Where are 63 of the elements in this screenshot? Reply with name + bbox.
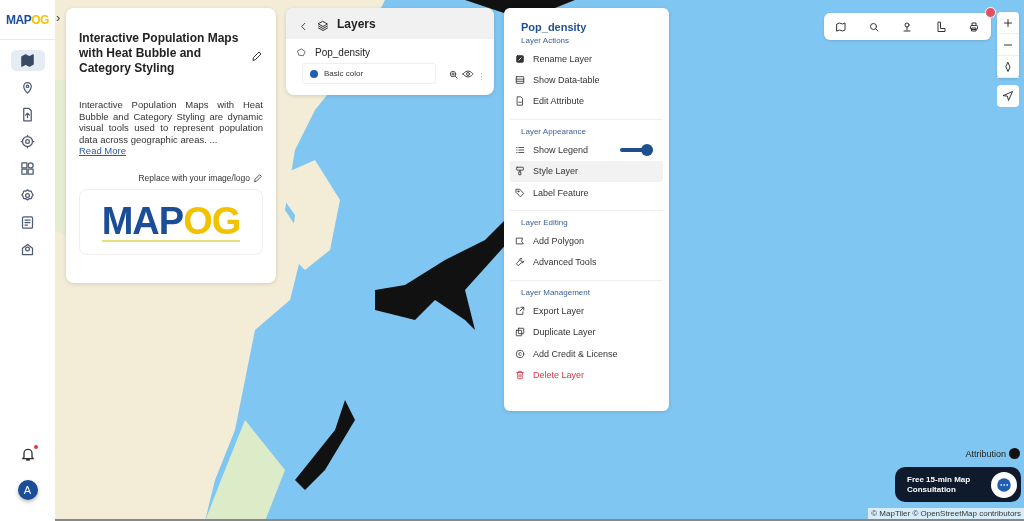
search-icon[interactable]	[868, 20, 881, 33]
copyright-icon	[515, 348, 525, 359]
toggle-switch[interactable]	[620, 143, 653, 156]
menu-item[interactable]: Advanced Tools	[510, 251, 663, 274]
polygon-icon	[515, 236, 525, 247]
map-share-icon	[20, 242, 35, 257]
menu-item[interactable]: Add Credit & License	[510, 342, 663, 365]
zoom-in-icon[interactable]	[1002, 16, 1014, 29]
report-icon	[20, 215, 35, 230]
menu-title: Pop_density	[521, 21, 588, 33]
list-icon	[515, 144, 525, 155]
style-label: Basic color	[324, 69, 364, 78]
user-avatar[interactable]: A	[17, 480, 38, 500]
navigation-arrow-icon[interactable]	[1002, 90, 1014, 102]
read-more-link[interactable]: Read More	[79, 145, 126, 156]
widgets-icon	[20, 161, 35, 176]
map-layers-icon[interactable]	[834, 20, 847, 33]
replace-logo-label: Replace with your image/logo	[138, 173, 250, 183]
document-icon	[515, 96, 525, 107]
notification-bell-icon[interactable]	[19, 446, 36, 462]
nav-item[interactable]	[10, 50, 45, 71]
section-heading: Layer Editing	[521, 218, 569, 228]
tag-icon	[515, 187, 525, 198]
wrench-icon	[515, 257, 525, 268]
section-heading: Layer Actions	[521, 36, 571, 45]
location-pin-icon	[20, 80, 35, 95]
table-icon	[515, 75, 525, 86]
print-icon[interactable]	[968, 20, 981, 33]
mapog-logo: MAPOG	[101, 202, 241, 242]
menu-item[interactable]: Delete Layer	[510, 364, 663, 386]
external-link-icon	[515, 305, 525, 316]
card-description: Interactive Population Maps with Heat Bubble and Category Styling are dynamic visual tools used to represent population data across geographic areas. ...	[79, 99, 263, 145]
section-heading: Layer Management	[521, 288, 591, 298]
expand-sidebar-button[interactable]: ›	[56, 10, 61, 25]
ruler-icon[interactable]	[934, 20, 947, 33]
chat-bubble-icon[interactable]	[995, 475, 1013, 494]
menu-item[interactable]: Label Feature	[510, 181, 663, 204]
mapog-logo: MAPOG	[6, 12, 49, 29]
map-copyright: © MapTiler © OpenStreetMap contributors	[868, 508, 1024, 519]
menu-item[interactable]: Duplicate Layer	[510, 321, 663, 343]
menu-item[interactable]: Edit Attribute	[510, 90, 663, 113]
polygon-icon	[296, 47, 307, 58]
paint-roller-icon	[515, 166, 525, 177]
panel-title: Layers	[337, 16, 376, 31]
map-icon	[20, 53, 35, 68]
settings-icon	[20, 188, 35, 203]
section-heading: Layer Appearance	[521, 127, 587, 137]
attribution-label[interactable]: Attribution	[965, 448, 1006, 459]
card-title: Interactive Population Maps with Heat Bubble and Category Styling	[79, 31, 240, 76]
layer-name[interactable]: Pop_density	[315, 47, 371, 58]
menu-item[interactable]: Style Layer	[510, 160, 663, 182]
menu-item[interactable]: Export Layer	[510, 300, 663, 322]
file-upload-icon	[20, 107, 35, 122]
menu-item[interactable]: Add Polygon	[510, 230, 663, 252]
menu-item[interactable]: Show Data-table	[510, 69, 663, 91]
copy-icon	[515, 327, 525, 338]
menu-item[interactable]: Rename Layer	[510, 48, 663, 70]
consultation-button[interactable]: Free 15-min Map Consultation	[895, 467, 1021, 502]
trash-icon	[515, 370, 525, 380]
edit-square-icon	[515, 53, 525, 64]
menu-item[interactable]: Show Legend	[510, 139, 663, 161]
layer-style-chip[interactable]: Basic color	[302, 63, 436, 84]
gear-icon	[20, 134, 35, 149]
